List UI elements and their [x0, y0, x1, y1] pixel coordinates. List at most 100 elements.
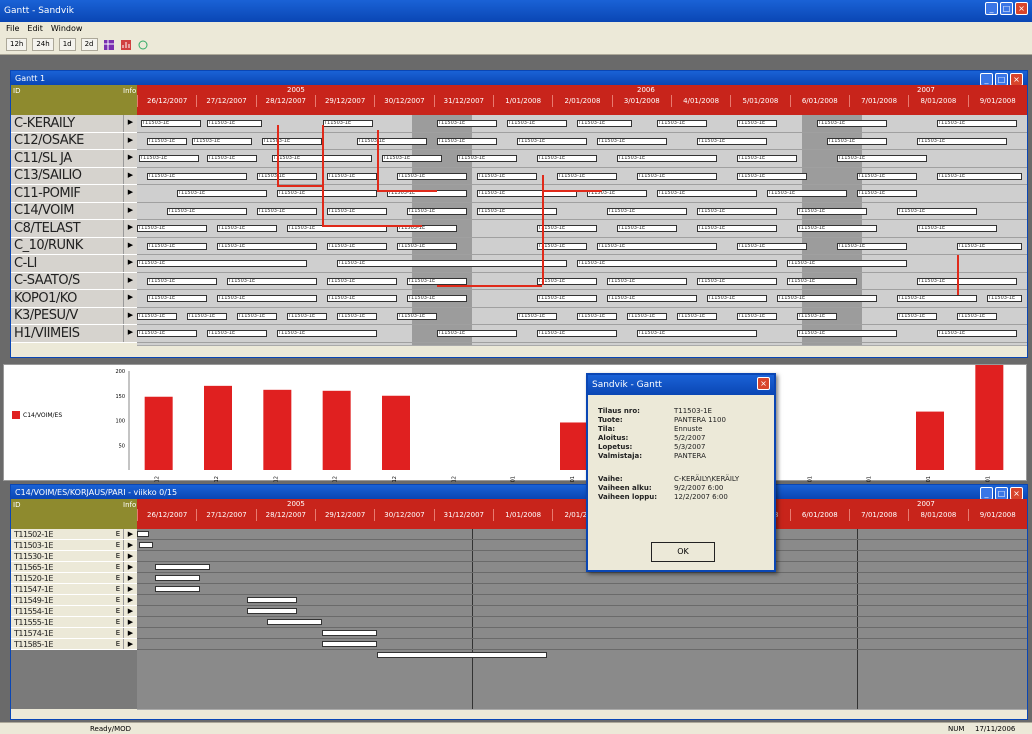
row-header[interactable]: C11-POMIF ▶ — [11, 185, 137, 203]
gantt-task-bar[interactable]: T11503-1E — [457, 155, 517, 162]
gantt-task-bar[interactable]: T11503-1E — [957, 242, 1022, 250]
expand-arrow-icon[interactable]: ▶ — [123, 551, 137, 561]
gantt-task-bar[interactable]: T11503-1E — [237, 312, 277, 320]
gantt-task-bar[interactable]: T11503-1E — [697, 277, 777, 285]
row-header[interactable]: T11530-1E E ▶ — [11, 551, 137, 562]
gantt-task-bar[interactable]: T11503-1E — [187, 312, 227, 320]
gantt-task-bar[interactable]: T11503-1E — [177, 190, 267, 197]
expand-arrow-icon[interactable]: ▶ — [123, 185, 137, 202]
gantt-task-bar[interactable]: T11503-1E — [897, 295, 977, 302]
gantt-task-bar[interactable]: T11503-1E — [257, 172, 317, 180]
gantt-task-bar[interactable]: T11503-1E — [767, 190, 847, 197]
minimize-icon[interactable]: _ — [985, 2, 998, 15]
expand-arrow-icon[interactable]: ▶ — [123, 220, 137, 237]
gantt-task-bar[interactable]: T11503-1E — [407, 207, 467, 215]
chart-bar[interactable] — [560, 422, 588, 470]
expand-arrow-icon[interactable]: ▶ — [123, 290, 137, 307]
gantt-task-bar[interactable]: T11503-1E — [327, 295, 397, 302]
gantt-task-bar[interactable]: T11503-1E — [277, 330, 377, 337]
gantt-task-bar[interactable]: T11503-1E — [397, 242, 457, 250]
gantt-task-bar[interactable]: T11503-1E — [827, 137, 887, 145]
expand-arrow-icon[interactable]: ▶ — [123, 529, 137, 539]
chart-bar[interactable] — [263, 389, 292, 470]
expand-arrow-icon[interactable]: ▶ — [123, 606, 137, 616]
gantt-task-bar[interactable]: T11503-1E — [437, 330, 517, 337]
top-horizontal-scrollbar[interactable] — [137, 345, 1027, 355]
gantt-task-bar[interactable]: T11503-1E — [437, 137, 497, 145]
gantt-task-bar[interactable]: T11503-1E — [537, 225, 597, 232]
gantt-task-bar[interactable]: T11503-1E — [597, 137, 667, 145]
row-header[interactable]: C11/SL JA ▶ — [11, 150, 137, 168]
gantt-task-bar[interactable]: T11503-1E — [607, 295, 697, 302]
bottom-gantt-grid[interactable] — [137, 529, 1027, 709]
gantt-task-bar[interactable]: T11503-1E — [857, 172, 917, 180]
row-header[interactable]: T11574-1E E ▶ — [11, 628, 137, 639]
gantt-task-bar[interactable]: T11503-1E — [147, 277, 217, 285]
gantt-task-bar[interactable]: T11503-1E — [357, 137, 427, 145]
gantt-task-bar[interactable]: T11503-1E — [139, 155, 199, 162]
gantt-task-bar[interactable]: T11503-1E — [787, 277, 857, 285]
ok-button[interactable]: OK — [651, 542, 715, 562]
gantt-task-bar[interactable]: T11503-1E — [797, 225, 877, 232]
gantt-task-bar[interactable]: T11503-1E — [147, 295, 207, 302]
gantt-task-bar[interactable]: T11503-1E — [327, 277, 397, 285]
gantt-task-bar[interactable] — [247, 608, 297, 614]
gantt-task-bar[interactable]: T11503-1E — [577, 120, 632, 127]
row-header[interactable]: C_10/RUNK ▶ — [11, 237, 137, 255]
expand-arrow-icon[interactable]: ▶ — [123, 584, 137, 594]
expand-arrow-icon[interactable]: ▶ — [123, 562, 137, 572]
chart-bar[interactable] — [204, 385, 232, 470]
maximize-icon[interactable]: □ — [1000, 2, 1013, 15]
gantt-task-bar[interactable] — [155, 586, 200, 592]
chart-bar[interactable] — [322, 390, 351, 470]
zoom-12h-button[interactable]: 12h — [6, 38, 28, 51]
gantt-task-bar[interactable]: T11503-1E — [557, 172, 617, 180]
gantt-task-bar[interactable]: T11503-1E — [207, 330, 267, 337]
gantt-task-bar[interactable]: T11503-1E — [167, 207, 247, 215]
gantt-task-bar[interactable]: T11503-1E — [677, 312, 717, 320]
row-header[interactable]: T11502-1E E ▶ — [11, 529, 137, 540]
gantt-task-bar[interactable]: T11503-1E — [137, 330, 197, 337]
gantt-task-bar[interactable]: T11503-1E — [217, 295, 317, 302]
gantt-task-bar[interactable]: T11503-1E — [407, 295, 467, 302]
expand-arrow-icon[interactable]: ▶ — [123, 255, 137, 272]
gantt-task-bar[interactable]: T11503-1E — [597, 242, 717, 250]
refresh-icon[interactable] — [137, 39, 149, 51]
gantt-task-bar[interactable]: T11503-1E — [577, 260, 777, 267]
gantt-task-bar[interactable]: T11503-1E — [897, 312, 937, 320]
gantt-task-bar[interactable]: T11503-1E — [287, 312, 327, 320]
gantt-task-bar[interactable]: T11503-1E — [617, 225, 677, 232]
gantt-task-bar[interactable]: T11503-1E — [537, 330, 617, 337]
gantt-task-bar[interactable]: T11503-1E — [957, 312, 997, 320]
expand-arrow-icon[interactable]: ▶ — [123, 132, 137, 149]
gantt-task-bar[interactable]: T11503-1E — [537, 295, 597, 302]
close-icon[interactable]: × — [1015, 2, 1028, 15]
gantt-task-bar[interactable]: T11503-1E — [607, 207, 687, 215]
gantt-task-bar[interactable]: T11503-1E — [737, 172, 807, 180]
gantt-task-bar[interactable]: T11503-1E — [657, 190, 757, 197]
chart-bar[interactable] — [975, 365, 1004, 470]
gantt-task-bar[interactable]: T11503-1E — [507, 120, 567, 127]
gantt-task-bar[interactable] — [137, 531, 149, 537]
gantt-task-bar[interactable]: T11503-1E — [207, 155, 257, 162]
row-header[interactable]: C13/SÄILIÖ ▶ — [11, 167, 137, 185]
gantt-task-bar[interactable]: T11503-1E — [737, 155, 797, 162]
gantt-task-bar[interactable]: T11503-1E — [837, 155, 927, 162]
gantt-task-bar[interactable]: T11503-1E — [192, 137, 252, 145]
top-gantt-grid[interactable]: T11503-1E T11503-1E T11503-1E T11503-1E T115… — [137, 115, 1027, 345]
menu-file[interactable]: File — [6, 24, 19, 33]
gantt-task-bar[interactable]: T11503-1E — [837, 242, 907, 250]
expand-arrow-icon[interactable]: ▶ — [123, 628, 137, 638]
expand-arrow-icon[interactable]: ▶ — [123, 307, 137, 324]
row-header[interactable]: T11585-1E E ▶ — [11, 639, 137, 650]
gantt-task-bar[interactable]: T11503-1E — [327, 207, 387, 215]
gantt-task-bar[interactable]: T11503-1E — [617, 155, 717, 162]
gantt-task-bar[interactable]: T11503-1E — [407, 277, 467, 285]
gantt-task-bar[interactable] — [139, 542, 153, 548]
zoom-2d-button[interactable]: 2d — [80, 38, 98, 51]
expand-arrow-icon[interactable]: ▶ — [123, 272, 137, 289]
gantt-task-bar[interactable] — [247, 597, 297, 603]
gantt-task-bar[interactable]: T11503-1E — [577, 312, 617, 320]
gantt-task-bar[interactable]: T11503-1E — [327, 242, 387, 250]
expand-arrow-icon[interactable]: ▶ — [123, 595, 137, 605]
